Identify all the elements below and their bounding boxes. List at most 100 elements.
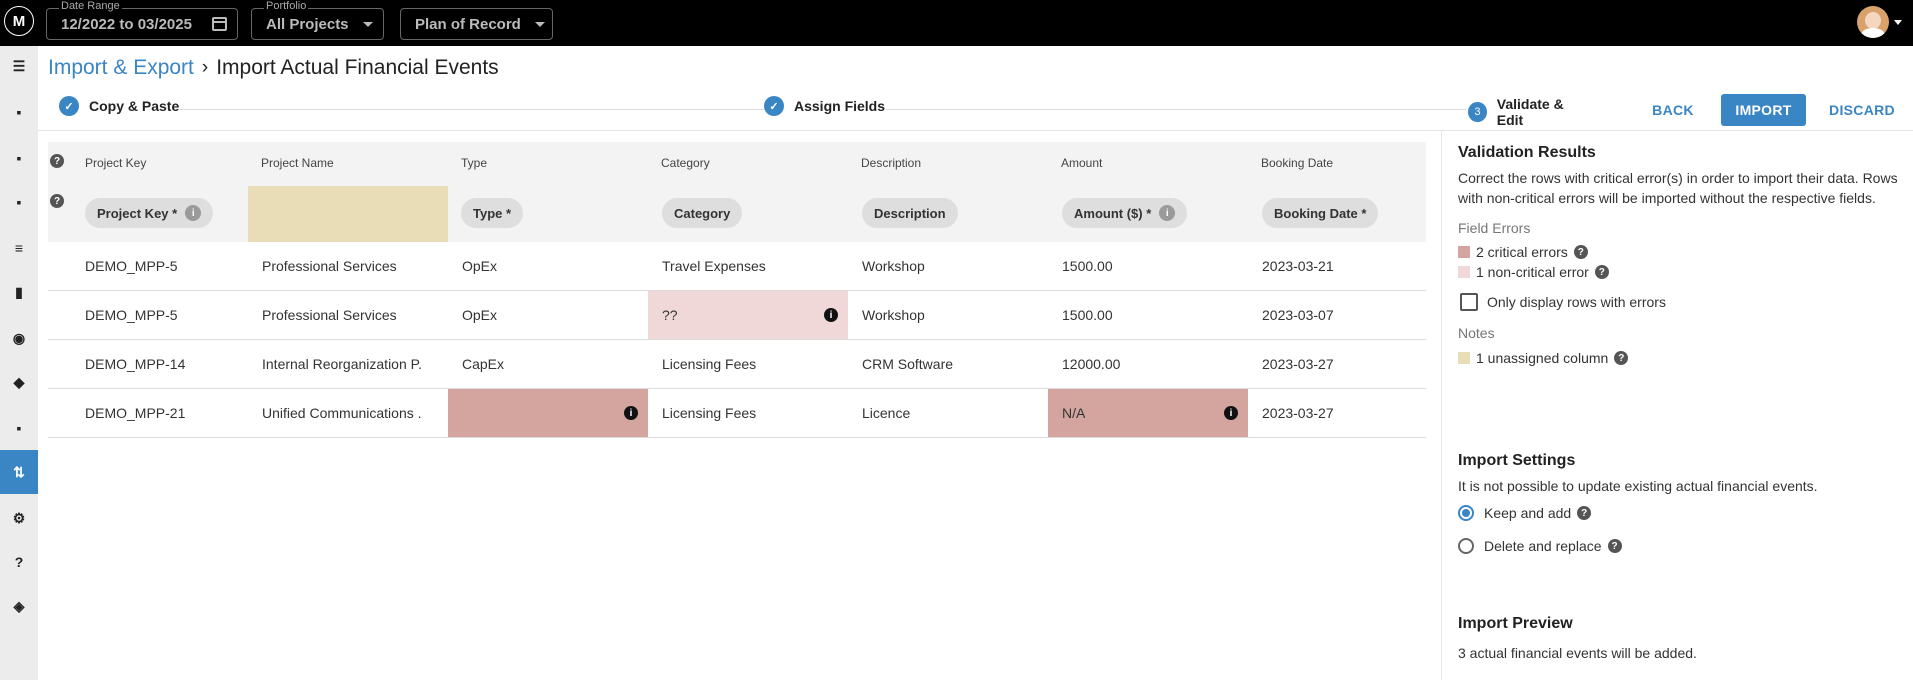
help-icon[interactable]: ? [1614, 351, 1629, 365]
step-connector [178, 109, 803, 110]
table-row[interactable]: DEMO_MPP-21 Unified Communications ... i Li… [48, 389, 1426, 438]
sidebar-item-help[interactable]: ? [0, 540, 38, 584]
cell-description[interactable]: CRM Software [848, 340, 1048, 388]
cell-type[interactable]: OpEx [448, 291, 648, 339]
sidebar-item-people[interactable]: ▪ [0, 180, 38, 224]
field-mapping-chip-category[interactable]: Category [662, 198, 743, 228]
sidebar-item-gear[interactable]: ⚙ [0, 496, 38, 540]
field-mapping-chip-type[interactable]: Type * [461, 198, 524, 228]
error-info-icon[interactable]: i [624, 406, 638, 420]
sidebar-item-compass[interactable]: ◈ [0, 584, 38, 628]
cell-amount[interactable]: 12000.00 [1048, 340, 1248, 388]
cell-amount[interactable]: 1500.00 [1048, 291, 1248, 339]
cell-project-name[interactable]: Professional Services [248, 242, 448, 290]
cell-description[interactable]: Workshop [848, 291, 1048, 339]
help-icon[interactable]: ? [1607, 539, 1622, 553]
avatar[interactable] [1857, 6, 1889, 38]
cell-type[interactable]: i [448, 389, 648, 437]
table-row[interactable]: DEMO_MPP-5 Professional Services OpEx?? i Wo… [48, 291, 1426, 340]
cell-booking-date[interactable]: 2023-03-27 [1248, 340, 1426, 388]
cell-value: Travel Expenses [662, 258, 766, 274]
sidebar-item-diamond[interactable]: ◆ [0, 360, 38, 404]
cell-project-name[interactable]: Internal Reorganization P... [248, 340, 448, 388]
sidebar-item-document[interactable]: ▪ [0, 406, 38, 450]
table-row[interactable]: DEMO_MPP-14 Internal Reorganization P... C… [48, 340, 1426, 389]
info-icon[interactable]: i [185, 205, 202, 221]
chevron-down-icon[interactable] [1894, 20, 1902, 25]
keep-and-add-radio[interactable] [1458, 505, 1474, 521]
cell-project-key[interactable]: DEMO_MPP-21 [48, 389, 248, 437]
step-label: Validate & Edit [1496, 96, 1564, 128]
import-button[interactable]: IMPORT [1721, 94, 1806, 126]
help-icon[interactable]: ? [50, 194, 64, 208]
plan-select[interactable]: Plan of Record [400, 8, 553, 40]
cell-value: Internal Reorganization P... [262, 356, 422, 372]
cell-type[interactable]: OpEx [448, 242, 648, 290]
cell-category[interactable]: Travel Expenses [648, 242, 848, 290]
step-label: Assign Fields [794, 98, 886, 114]
sidebar-item-columns[interactable]: ▮ [0, 270, 38, 314]
cell-project-key[interactable]: DEMO_MPP-5 [48, 242, 248, 290]
calendar-icon[interactable] [212, 17, 227, 31]
field-mapping-chip-project-key[interactable]: Project Key * i [85, 198, 214, 228]
chip-label: Category [674, 205, 731, 221]
sidebar-item-target[interactable]: ◉ [0, 316, 38, 360]
help-icon[interactable]: ? [1577, 506, 1592, 520]
validation-results: Validation Results Correct the rows with… [1458, 144, 1898, 366]
field-mapping-chip-booking-date[interactable]: Booking Date * [1262, 198, 1379, 228]
field-mapping-chip-amount[interactable]: Amount ($) * i [1062, 198, 1188, 228]
help-icon[interactable]: ? [1594, 265, 1609, 279]
sidebar-item-clipboard[interactable]: ▪ [0, 136, 38, 180]
column-header-booking-date: Booking Date [1261, 156, 1334, 170]
cell-amount[interactable]: N/A i [1048, 389, 1248, 437]
import-settings: Import Settings It is not possible to up… [1458, 452, 1898, 554]
cell-value: CapEx [462, 356, 505, 372]
cell-description[interactable]: Workshop [848, 242, 1048, 290]
clipboard-icon: ▪ [16, 150, 22, 166]
cell-booking-date[interactable]: 2023-03-27 [1248, 389, 1426, 437]
cell-description[interactable]: Licence [848, 389, 1048, 437]
app-logo[interactable]: M [4, 6, 34, 36]
cell-type[interactable]: CapEx [448, 340, 648, 388]
cell-value: N/A [1062, 405, 1086, 421]
column-header-project-name: Project Name [261, 156, 334, 170]
delete-replace-radio[interactable] [1458, 538, 1474, 554]
date-range-field[interactable]: Date Range 12/2022 to 03/2025 [46, 0, 238, 40]
check-icon: ✓ [764, 96, 784, 116]
error-info-icon[interactable]: i [824, 308, 838, 322]
preview-title: Import Preview [1458, 615, 1573, 632]
cell-category[interactable]: Licensing Fees [648, 389, 848, 437]
only-errors-checkbox[interactable] [1460, 293, 1478, 311]
error-info-icon[interactable]: i [1224, 406, 1238, 420]
cell-category[interactable]: ?? i [648, 291, 848, 339]
logo-text: M [12, 12, 26, 30]
cell-value: 1500.00 [1062, 258, 1113, 274]
field-mapping-chip-description[interactable]: Description [862, 198, 958, 228]
help-icon[interactable]: ? [1573, 245, 1588, 259]
sidebar-item-list[interactable]: ≡ [0, 226, 38, 270]
back-button[interactable]: BACK [1640, 94, 1706, 126]
discard-button[interactable]: DISCARD [1822, 94, 1902, 126]
cell-project-key[interactable]: DEMO_MPP-5 [48, 291, 248, 339]
only-errors-checkbox-row[interactable]: Only display rows with errors [1458, 293, 1898, 311]
import-preview: Import Preview 3 actual financial events… [1458, 615, 1898, 663]
cell-category[interactable]: Licensing Fees [648, 340, 848, 388]
cell-booking-date[interactable]: 2023-03-07 [1248, 291, 1426, 339]
keep-and-add-option[interactable]: Keep and add ? [1458, 505, 1898, 521]
portfolio-select[interactable]: Portfolio All Projects [251, 0, 384, 40]
cell-booking-date[interactable]: 2023-03-21 [1248, 242, 1426, 290]
table-row[interactable]: DEMO_MPP-5 Professional Services OpEx Trave… [48, 242, 1426, 291]
cell-project-name[interactable]: Professional Services [248, 291, 448, 339]
sidebar-item-import-export[interactable]: ⇅ [0, 450, 38, 494]
info-icon[interactable]: i [1159, 205, 1176, 221]
cell-project-key[interactable]: DEMO_MPP-14 [48, 340, 248, 388]
sidebar-item-menu[interactable]: ☰ [0, 44, 38, 88]
help-icon[interactable]: ? [50, 154, 64, 168]
cell-project-name[interactable]: Unified Communications ... [248, 389, 448, 437]
cell-amount[interactable]: 1500.00 [1048, 242, 1248, 290]
unassigned-column-cell[interactable] [248, 186, 448, 242]
sidebar-item-person-list[interactable]: ▪ [0, 90, 38, 134]
breadcrumb-parent-link[interactable]: Import & Export [48, 56, 194, 80]
sidebar: ☰ ▪ ▪ ▪ ≡ ▮ ◉ ◆ ▪ ⇅ ⚙? ◈ [0, 46, 38, 680]
delete-replace-option[interactable]: Delete and replace ? [1458, 538, 1898, 554]
